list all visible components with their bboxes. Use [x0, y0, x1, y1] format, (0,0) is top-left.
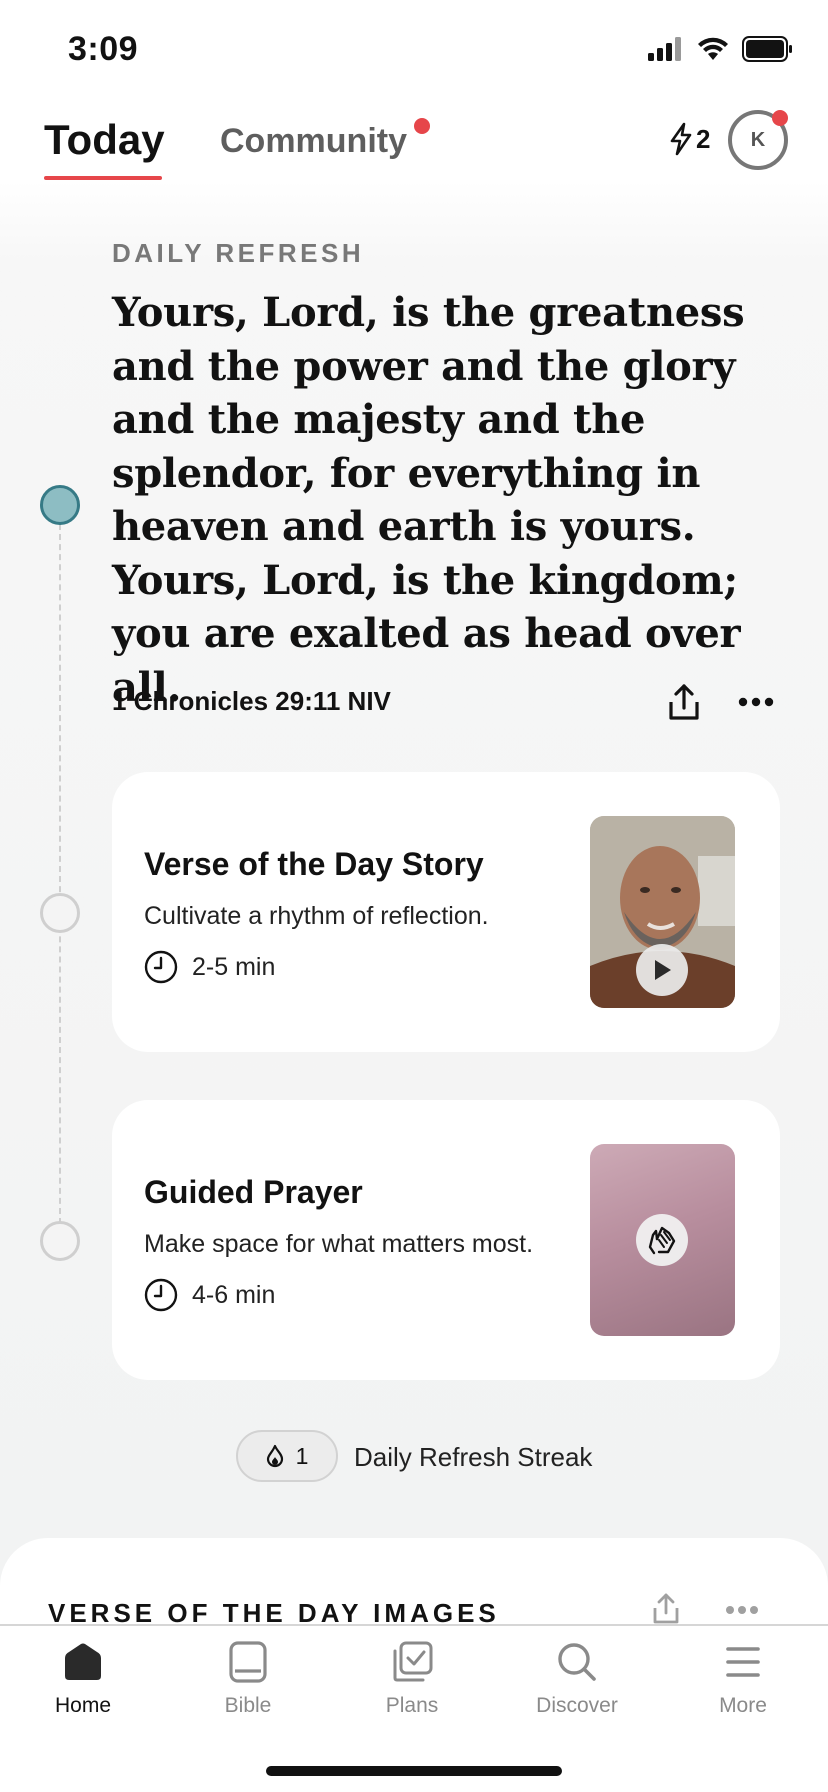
home-indicator[interactable]	[266, 1766, 562, 1776]
share-button[interactable]	[664, 680, 704, 724]
streak-badge-count: 2	[696, 123, 711, 154]
story-video-thumbnail[interactable]	[590, 816, 735, 1008]
timeline-dot-story	[40, 893, 80, 933]
card-subtitle: Cultivate a rhythm of reflection.	[144, 902, 489, 930]
tab-bible-label: Bible	[224, 1694, 272, 1717]
share-icon	[653, 1593, 679, 1624]
verse-of-the-day-story-card[interactable]: Verse of the Day Story Cultivate a rhyth…	[112, 772, 780, 1052]
tab-plans[interactable]: Plans	[347, 1640, 477, 1718]
more-options-button[interactable]	[734, 690, 778, 714]
tab-discover-label: Discover	[536, 1694, 618, 1717]
card-subtitle: Make space for what matters most.	[144, 1230, 534, 1258]
bible-icon	[229, 1641, 267, 1683]
card-title: Verse of the Day Story	[144, 846, 484, 882]
status-time: 3:09	[68, 30, 139, 68]
guided-prayer-thumbnail[interactable]	[590, 1144, 735, 1336]
tab-community[interactable]: Community	[220, 122, 407, 161]
daily-refresh-label: DAILY REFRESH	[112, 238, 365, 268]
card-title: Guided Prayer	[144, 1174, 363, 1210]
verse-reference[interactable]: 1 Chronicles 29:11 NIV	[112, 686, 391, 717]
streak-label: Daily Refresh Streak	[354, 1442, 593, 1472]
sheet-share-button[interactable]	[648, 1588, 684, 1628]
flame-icon	[266, 1444, 283, 1468]
prayer-button[interactable]	[636, 1214, 688, 1266]
tab-more-label: More	[719, 1694, 767, 1717]
tab-today[interactable]: Today	[44, 116, 165, 164]
avatar-initial: K	[750, 128, 766, 151]
search-icon	[558, 1643, 596, 1681]
avatar-notification-dot	[772, 110, 788, 126]
wifi-icon	[698, 37, 728, 60]
streak-pill[interactable]: 1	[236, 1430, 338, 1482]
more-dots-icon	[726, 1606, 758, 1614]
play-icon	[655, 960, 671, 980]
clock-icon	[144, 950, 178, 984]
guided-prayer-card[interactable]: Guided Prayer Make space for what matter…	[112, 1100, 780, 1380]
plans-icon	[393, 1641, 433, 1682]
signal-icon	[648, 37, 681, 61]
tab-plans-label: Plans	[385, 1694, 439, 1717]
streak-badge[interactable]: 2	[668, 122, 710, 156]
share-icon	[669, 684, 699, 720]
tab-more[interactable]: More	[678, 1640, 808, 1718]
clock-icon	[144, 1278, 178, 1312]
active-tab-indicator	[44, 176, 162, 180]
tab-discover[interactable]: Discover	[512, 1640, 642, 1718]
tab-bible[interactable]: Bible	[183, 1640, 313, 1718]
card-duration-text: 2-5 min	[192, 952, 276, 981]
praying-hands-icon	[648, 1226, 676, 1255]
status-bar: 3:09	[0, 0, 828, 96]
community-notification-dot	[414, 118, 430, 134]
home-icon	[65, 1643, 101, 1680]
header: Today Community 2 K	[0, 96, 828, 184]
verse-text[interactable]: Yours, Lord, is the greatness and the po…	[112, 286, 752, 714]
timeline-line	[59, 524, 61, 1224]
card-duration: 2-5 min	[144, 950, 275, 984]
more-dots-icon	[738, 697, 774, 707]
battery-icon	[742, 36, 792, 62]
card-duration: 4-6 min	[144, 1278, 275, 1312]
timeline-dot-prayer	[40, 1221, 80, 1261]
play-button[interactable]	[636, 944, 688, 996]
status-icons	[648, 36, 794, 62]
streak-count: 1	[295, 1442, 309, 1469]
lightning-icon	[670, 122, 692, 156]
menu-icon	[726, 1647, 760, 1677]
timeline-dot-daily-refresh	[40, 485, 80, 525]
tab-home[interactable]: Home	[18, 1640, 148, 1718]
tab-home-label: Home	[54, 1694, 112, 1717]
sheet-more-button[interactable]	[722, 1600, 762, 1620]
card-duration-text: 4-6 min	[192, 1280, 276, 1309]
